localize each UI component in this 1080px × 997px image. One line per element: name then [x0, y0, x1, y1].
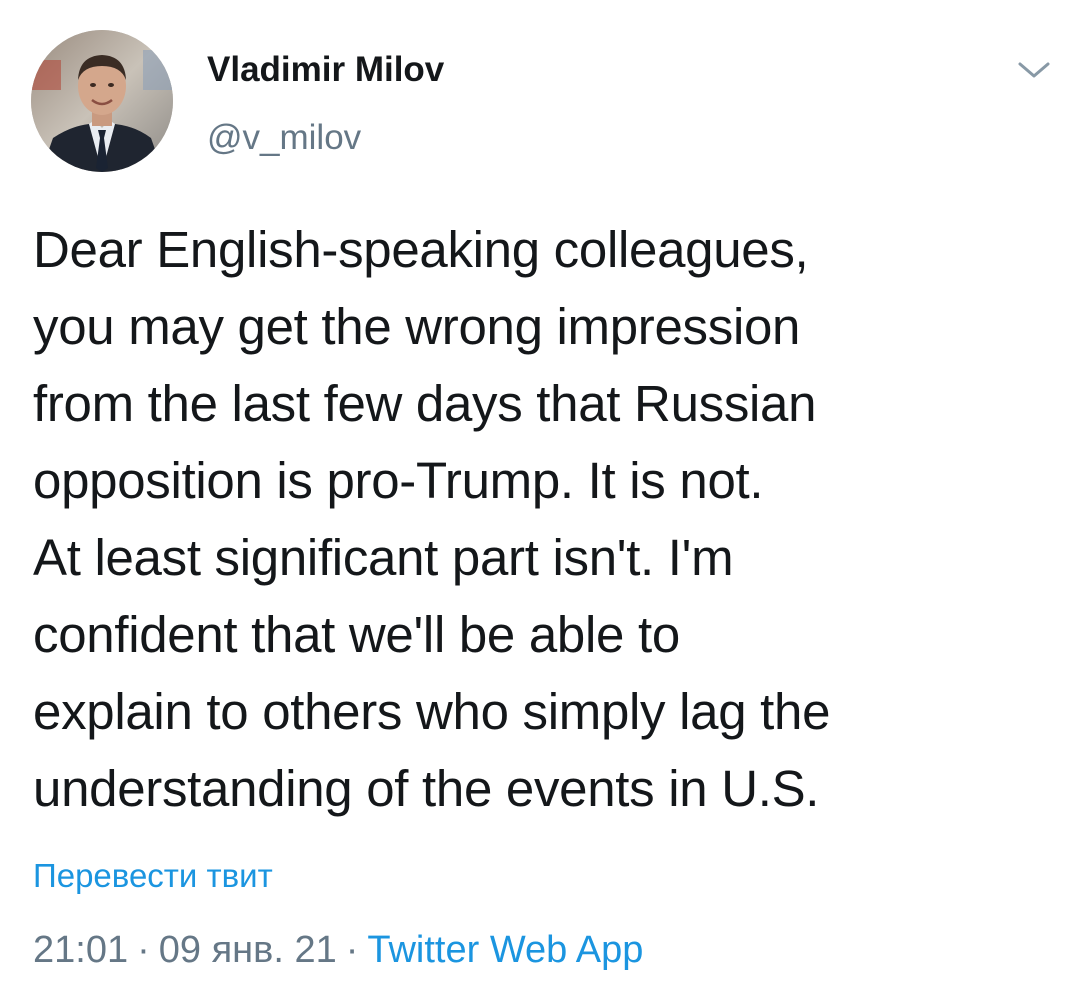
- tweet-text-line: understanding of the events in U.S.: [33, 760, 820, 817]
- meta-separator: ·: [345, 929, 359, 971]
- tweet-text-line: At least significant part isn't. I'm: [33, 529, 734, 586]
- meta-separator: ·: [137, 929, 150, 971]
- tweet-text-line: opposition is pro-Trump. It is not.: [33, 452, 764, 509]
- tweet-text-line: Dear English-speaking colleagues,: [33, 221, 809, 278]
- tweet-text-line: you may get the wrong impression: [33, 298, 801, 355]
- tweet-text-line: confident that we'll be able to: [33, 606, 680, 663]
- tweet-text: Dear English-speaking colleagues, you ma…: [33, 211, 1043, 827]
- avatar-photo: [31, 30, 173, 172]
- chevron-down-icon[interactable]: [1014, 55, 1054, 85]
- tweet-date[interactable]: 09 янв. 21: [159, 929, 337, 971]
- tweet-card: Vladimir Milov @v_milov Dear English-spe…: [0, 0, 1080, 997]
- tweet-time[interactable]: 21:01: [33, 929, 128, 971]
- translate-tweet-link[interactable]: Перевести твит: [33, 856, 273, 896]
- tweet-meta: 21:01 · 09 янв. 21 · Twitter Web App: [33, 928, 643, 972]
- tweet-source-link[interactable]: Twitter Web App: [367, 929, 643, 971]
- tweet-text-line: from the last few days that Russian: [33, 375, 817, 432]
- tweet-text-line: explain to others who simply lag the: [33, 683, 831, 740]
- avatar[interactable]: [31, 30, 173, 172]
- author-name[interactable]: Vladimir Milov: [207, 50, 444, 90]
- author-handle[interactable]: @v_milov: [207, 118, 361, 158]
